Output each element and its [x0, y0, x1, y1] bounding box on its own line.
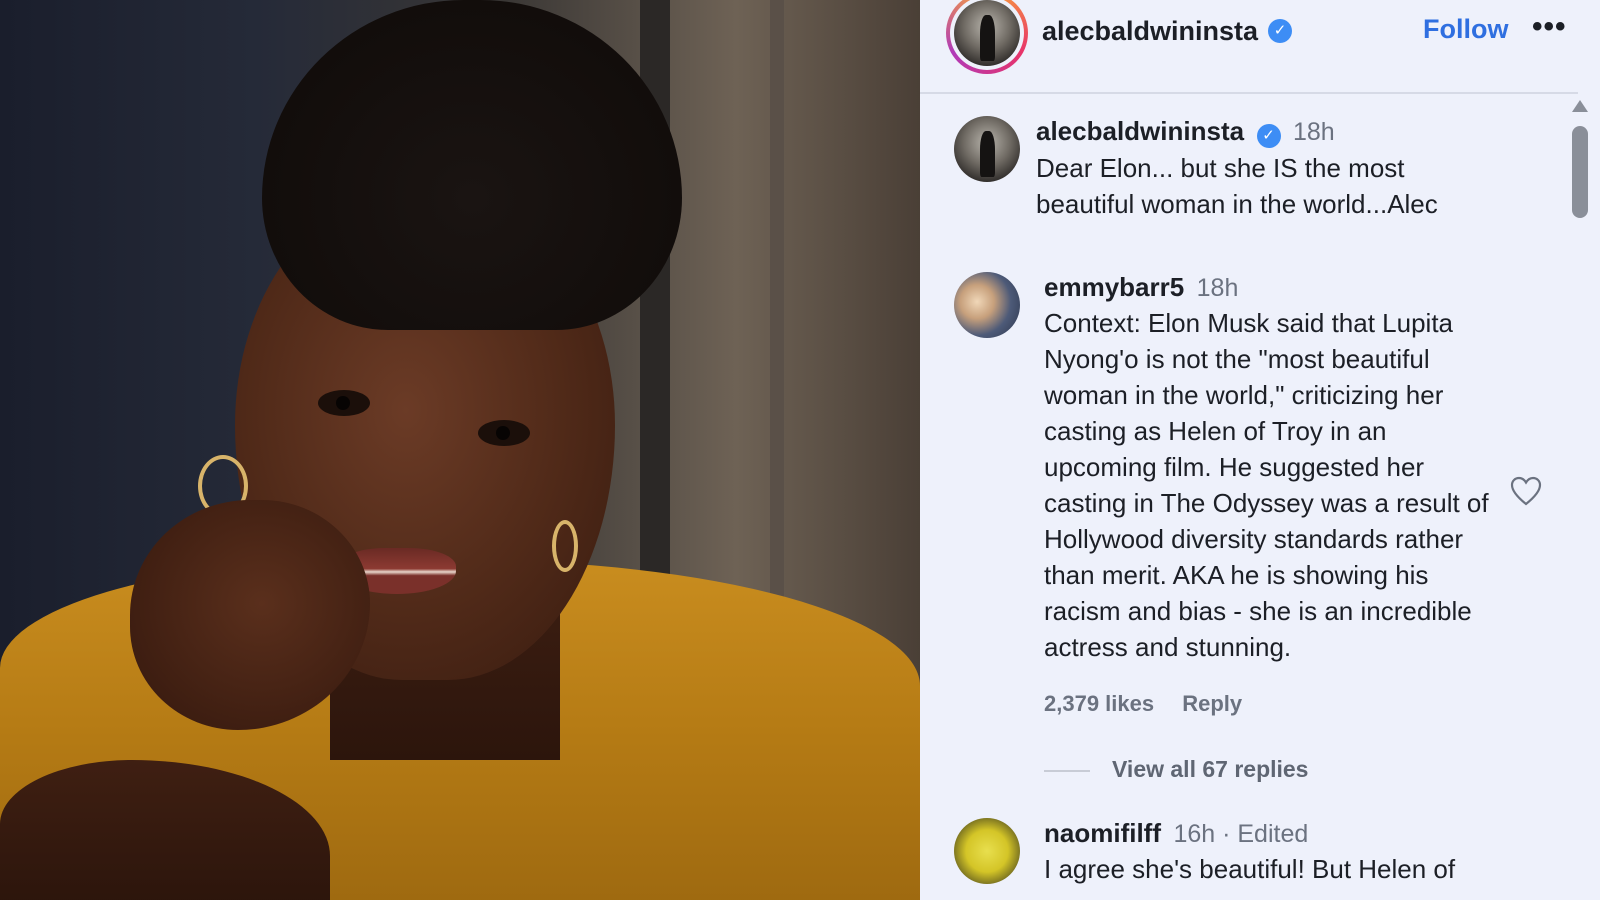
verified-badge-icon: ✓ — [1268, 19, 1292, 43]
post-image — [0, 0, 920, 900]
comment-text: Dear Elon... but she IS the most beautif… — [1036, 152, 1438, 219]
comment-timestamp: 16h · Edited — [1173, 820, 1309, 848]
avatar[interactable] — [954, 272, 1020, 338]
comment-meta: 2,379 likes Reply — [1044, 691, 1504, 717]
photo-eye — [318, 390, 370, 416]
follow-button[interactable]: Follow — [1423, 14, 1508, 45]
scroll-up-icon[interactable] — [1572, 100, 1588, 112]
author-avatar[interactable] — [946, 0, 1028, 74]
list-item: alecbaldwininsta ✓ 18h Dear Elon... but … — [920, 116, 1560, 236]
author-username[interactable]: alecbaldwininsta — [1042, 16, 1258, 47]
avatar-image — [954, 0, 1020, 66]
view-replies-label: View all 67 replies — [1112, 756, 1309, 782]
scrollbar-thumb[interactable] — [1572, 126, 1588, 218]
post-header: alecbaldwininsta ✓ Follow ••• — [920, 0, 1578, 94]
heart-icon[interactable] — [1510, 476, 1542, 506]
comment-author[interactable]: alecbaldwininsta — [1036, 116, 1244, 146]
comment-author[interactable]: emmybarr5 — [1044, 272, 1184, 302]
reply-button[interactable]: Reply — [1182, 691, 1242, 716]
comment-timestamp: 18h — [1196, 274, 1239, 302]
comment-timestamp: 18h — [1292, 118, 1335, 146]
list-item: naomifilff 16h · Edited I agree she's be… — [920, 818, 1560, 900]
more-options-icon[interactable]: ••• — [1532, 10, 1567, 44]
divider — [1044, 769, 1090, 772]
view-replies-button[interactable]: View all 67 replies — [1044, 756, 1308, 783]
comment-author[interactable]: naomifilff — [1044, 818, 1161, 848]
avatar[interactable] — [954, 116, 1020, 182]
avatar[interactable] — [954, 818, 1020, 884]
like-count[interactable]: 2,379 likes — [1044, 691, 1154, 716]
comment-text: I agree she's beautiful! But Helen of — [1044, 854, 1456, 884]
scrollbar[interactable] — [1570, 100, 1590, 900]
photo-hair — [262, 0, 682, 330]
list-item: emmybarr5 18h Context: Elon Musk said th… — [920, 272, 1560, 792]
photo-eye — [478, 420, 530, 446]
verified-badge-icon: ✓ — [1256, 123, 1281, 148]
comments-panel: alecbaldwininsta ✓ Follow ••• alecbaldwi… — [920, 0, 1600, 900]
comment-text: Context: Elon Musk said that Lupita Nyon… — [1044, 308, 1489, 662]
photo-earring — [552, 520, 578, 572]
